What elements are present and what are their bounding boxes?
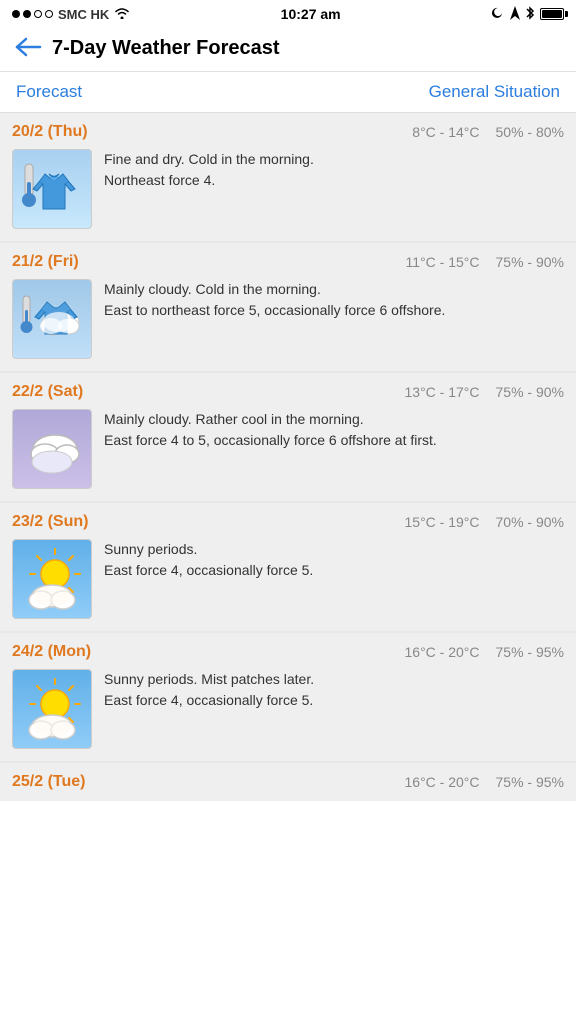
signal-dot-2 bbox=[23, 10, 31, 18]
status-left: SMC HK bbox=[12, 7, 130, 22]
tab-general-situation[interactable]: General Situation bbox=[429, 82, 560, 102]
battery-icon bbox=[540, 8, 564, 20]
forecast-day-5-temp: 16°C - 20°C bbox=[405, 644, 480, 660]
forecast-day-4-date: 23/2 (Sun) bbox=[12, 513, 88, 531]
forecast-day-6-stats: 16°C - 20°C 75% - 95% bbox=[405, 774, 565, 790]
forecast-day-2-icon bbox=[12, 279, 92, 359]
wifi-icon bbox=[114, 7, 130, 22]
forecast-day-3-temp: 13°C - 17°C bbox=[405, 384, 480, 400]
forecast-day-6-humidity: 75% - 95% bbox=[496, 774, 564, 790]
forecast-day-3-desc: Mainly cloudy. Rather cool in the mornin… bbox=[104, 409, 564, 451]
forecast-day-1: 20/2 (Thu) 8°C - 14°C 50% - 80% bbox=[0, 113, 576, 241]
forecast-day-5-desc: Sunny periods. Mist patches later.East f… bbox=[104, 669, 564, 711]
forecast-day-5-humidity: 75% - 95% bbox=[496, 644, 564, 660]
forecast-day-2-humidity: 75% - 90% bbox=[496, 254, 564, 270]
forecast-day-5-date: 24/2 (Mon) bbox=[12, 643, 91, 661]
forecast-day-6-header: 25/2 (Tue) 16°C - 20°C 75% - 95% bbox=[12, 773, 564, 791]
forecast-day-1-temp: 8°C - 14°C bbox=[412, 124, 479, 140]
forecast-list: 20/2 (Thu) 8°C - 14°C 50% - 80% bbox=[0, 113, 576, 801]
signal-dot-3 bbox=[34, 10, 42, 18]
signal-dot-1 bbox=[12, 10, 20, 18]
forecast-day-6-date: 25/2 (Tue) bbox=[12, 773, 86, 791]
forecast-day-3-header: 22/2 (Sat) 13°C - 17°C 75% - 90% bbox=[12, 383, 564, 401]
signal-dot-4 bbox=[45, 10, 53, 18]
forecast-day-3: 22/2 (Sat) 13°C - 17°C 75% - 90% Mainly … bbox=[0, 373, 576, 501]
forecast-day-5-stats: 16°C - 20°C 75% - 95% bbox=[405, 644, 565, 660]
moon-icon bbox=[491, 6, 505, 23]
forecast-day-2: 21/2 (Fri) 11°C - 15°C 75% - 90% bbox=[0, 243, 576, 371]
forecast-day-4-icon bbox=[12, 539, 92, 619]
forecast-day-4-desc: Sunny periods.East force 4, occasionally… bbox=[104, 539, 564, 581]
carrier-label: SMC HK bbox=[58, 7, 109, 22]
forecast-day-4: 23/2 (Sun) 15°C - 19°C 70% - 90% bbox=[0, 503, 576, 631]
status-time: 10:27 am bbox=[281, 6, 341, 22]
page-title: 7-Day Weather Forecast bbox=[52, 37, 280, 60]
forecast-day-5-body: Sunny periods. Mist patches later.East f… bbox=[12, 669, 564, 749]
tab-navigation: Forecast General Situation bbox=[0, 72, 576, 113]
forecast-day-1-desc: Fine and dry. Cold in the morning.Northe… bbox=[104, 149, 564, 191]
forecast-day-1-date: 20/2 (Thu) bbox=[12, 123, 88, 141]
bluetooth-icon bbox=[525, 6, 535, 23]
forecast-day-3-body: Mainly cloudy. Rather cool in the mornin… bbox=[12, 409, 564, 489]
forecast-day-5: 24/2 (Mon) 16°C - 20°C 75% - 95% bbox=[0, 633, 576, 761]
forecast-day-5-header: 24/2 (Mon) 16°C - 20°C 75% - 95% bbox=[12, 643, 564, 661]
forecast-day-1-humidity: 50% - 80% bbox=[496, 124, 564, 140]
forecast-day-5-icon bbox=[12, 669, 92, 749]
forecast-day-4-header: 23/2 (Sun) 15°C - 19°C 70% - 90% bbox=[12, 513, 564, 531]
status-right bbox=[491, 6, 564, 23]
app-header: 7-Day Weather Forecast bbox=[0, 28, 576, 72]
back-button[interactable] bbox=[14, 36, 42, 61]
location-icon bbox=[510, 6, 520, 23]
forecast-day-1-body: Fine and dry. Cold in the morning.Northe… bbox=[12, 149, 564, 229]
battery-fill bbox=[542, 10, 562, 18]
forecast-day-6: 25/2 (Tue) 16°C - 20°C 75% - 95% bbox=[0, 763, 576, 801]
forecast-day-3-stats: 13°C - 17°C 75% - 90% bbox=[405, 384, 565, 400]
forecast-day-4-temp: 15°C - 19°C bbox=[405, 514, 480, 530]
forecast-day-6-temp: 16°C - 20°C bbox=[405, 774, 480, 790]
forecast-day-1-icon bbox=[12, 149, 92, 229]
forecast-day-4-stats: 15°C - 19°C 70% - 90% bbox=[405, 514, 565, 530]
forecast-day-4-humidity: 70% - 90% bbox=[496, 514, 564, 530]
forecast-day-1-header: 20/2 (Thu) 8°C - 14°C 50% - 80% bbox=[12, 123, 564, 141]
forecast-day-4-body: Sunny periods.East force 4, occasionally… bbox=[12, 539, 564, 619]
forecast-day-2-body: Mainly cloudy. Cold in the morning.East … bbox=[12, 279, 564, 359]
forecast-day-2-temp: 11°C - 15°C bbox=[406, 254, 480, 270]
forecast-day-1-stats: 8°C - 14°C 50% - 80% bbox=[412, 124, 564, 140]
forecast-day-3-humidity: 75% - 90% bbox=[496, 384, 564, 400]
forecast-day-2-date: 21/2 (Fri) bbox=[12, 253, 79, 271]
forecast-day-2-header: 21/2 (Fri) 11°C - 15°C 75% - 90% bbox=[12, 253, 564, 271]
forecast-day-2-stats: 11°C - 15°C 75% - 90% bbox=[406, 254, 564, 270]
forecast-day-2-desc: Mainly cloudy. Cold in the morning.East … bbox=[104, 279, 564, 321]
forecast-day-3-date: 22/2 (Sat) bbox=[12, 383, 83, 401]
tab-forecast[interactable]: Forecast bbox=[16, 82, 82, 102]
status-bar: SMC HK 10:27 am bbox=[0, 0, 576, 28]
forecast-day-3-icon bbox=[12, 409, 92, 489]
signal-dots bbox=[12, 10, 53, 18]
